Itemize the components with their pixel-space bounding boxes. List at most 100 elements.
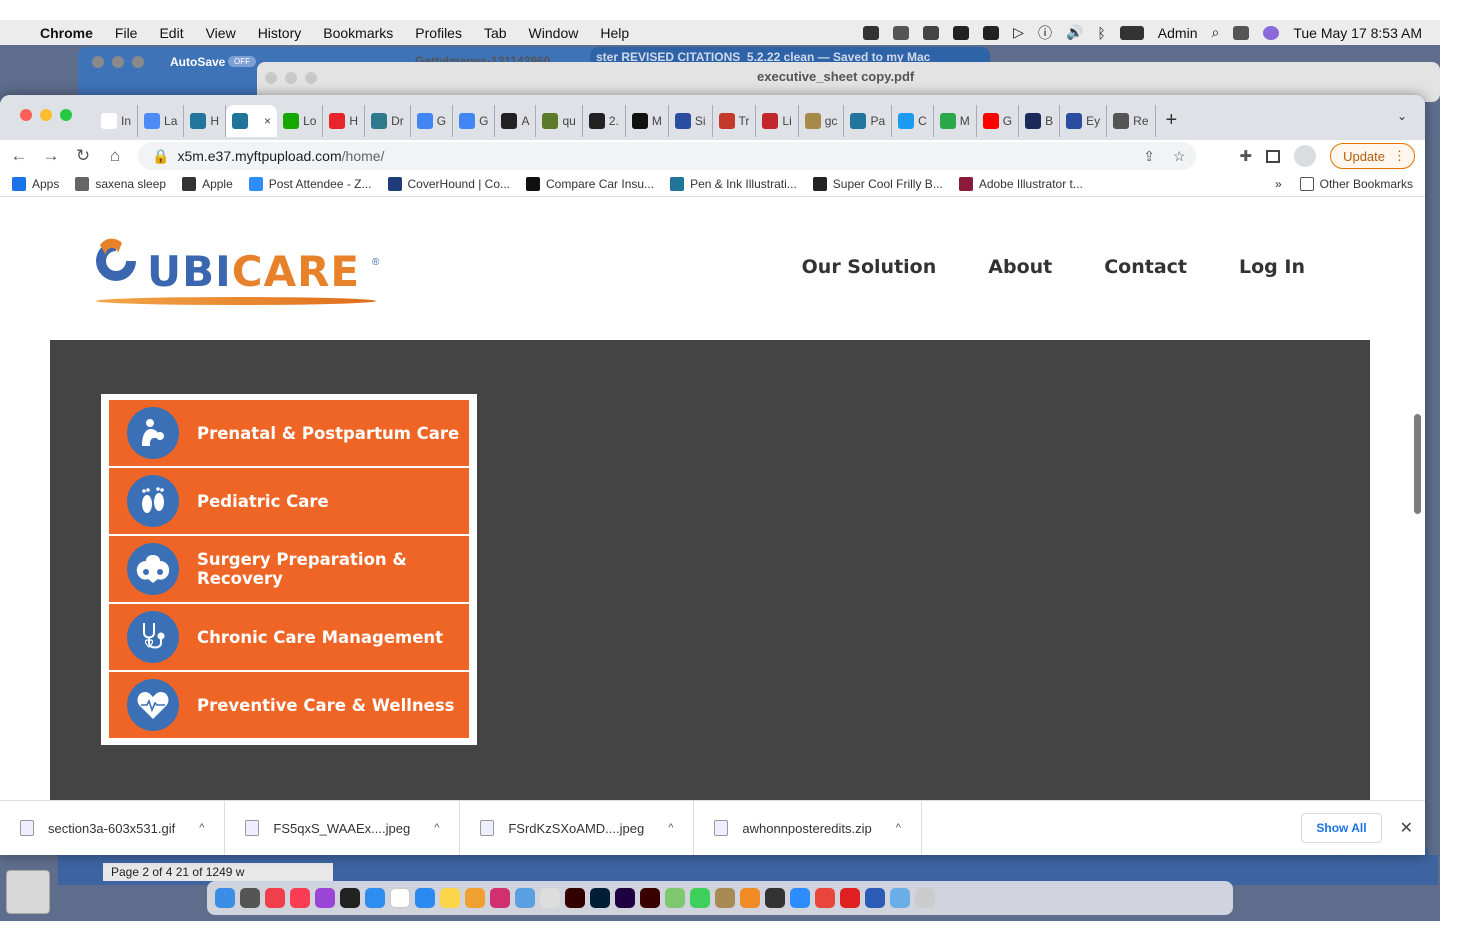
menu-edit[interactable]: Edit (159, 25, 183, 41)
browser-tab[interactable]: Dr (365, 104, 411, 137)
home-button[interactable]: ⌂ (106, 146, 124, 166)
download-options-chevron-icon[interactable]: ^ (199, 822, 204, 834)
side-panel-icon[interactable] (1266, 149, 1281, 163)
chrome-dock-icon[interactable] (815, 888, 835, 908)
messages-dock-icon[interactable] (690, 888, 710, 908)
browser-tab[interactable]: G (977, 104, 1020, 137)
info-status-icon[interactable]: ⓘ (1038, 23, 1052, 43)
tab-search-chevron-icon[interactable]: ⌄ (1397, 109, 1407, 123)
browser-tab[interactable]: M (626, 104, 669, 137)
browser-tab[interactable]: In (95, 104, 139, 137)
bookmark-star-icon[interactable]: ☆ (1173, 148, 1186, 165)
bookmark-item[interactable]: Post Attendee - Z... (248, 177, 372, 191)
browser-tab[interactable]: G (453, 104, 496, 137)
control-center-icon[interactable] (1233, 25, 1250, 40)
other-bookmarks-folder[interactable]: Other Bookmarks (1299, 177, 1413, 191)
bookmark-item[interactable]: saxena sleep (75, 177, 166, 191)
download-item[interactable]: section3a-603x531.gif ^ (0, 800, 226, 855)
bookmark-item[interactable]: Apps (12, 177, 59, 191)
word-window-controls[interactable] (92, 56, 144, 68)
nav-log-in[interactable]: Log In (1239, 256, 1305, 278)
browser-tab[interactable]: × (226, 104, 278, 137)
browser-tab[interactable]: Li (756, 104, 799, 137)
browser-tab[interactable]: Lo (277, 104, 324, 137)
preview-dock-icon[interactable] (515, 888, 535, 908)
browser-tab[interactable]: G (411, 104, 454, 137)
service-pediatric[interactable]: Pediatric Care (109, 468, 469, 534)
browser-tab[interactable]: Pa (844, 104, 893, 137)
kebab-menu-icon[interactable]: ⋮ (1393, 148, 1406, 164)
menubar-user[interactable]: Admin (1158, 25, 1198, 41)
service-surgery-recovery[interactable]: Surgery Preparation & Recovery (109, 536, 469, 602)
share-icon[interactable]: ⇪ (1143, 148, 1155, 165)
bookmark-item[interactable]: Compare Car Insu... (526, 177, 654, 191)
menu-window[interactable]: Window (529, 25, 579, 41)
address-bar[interactable]: 🔒 x5m.e37.myftpupload.com/home/ ⇪ ☆ (138, 142, 1196, 170)
ubicare-logo[interactable]: UBICARE ® (92, 237, 392, 307)
browser-tab[interactable]: B (1019, 104, 1061, 137)
indesign-dock-icon[interactable] (490, 888, 510, 908)
menu-history[interactable]: History (258, 25, 302, 41)
browser-tab[interactable]: H (184, 104, 227, 137)
amazon-dock-icon[interactable] (715, 888, 735, 908)
page-scrollbar[interactable] (1414, 414, 1421, 514)
extensions-puzzle-icon[interactable]: ✚ (1240, 147, 1253, 165)
browser-tab[interactable]: H (323, 104, 366, 137)
download-item[interactable]: FSrdKzSXoAMD....jpeg ^ (460, 800, 695, 855)
menu-tab[interactable]: Tab (484, 25, 507, 41)
forward-button[interactable]: → (42, 146, 60, 166)
download-options-chevron-icon[interactable]: ^ (434, 822, 439, 834)
finder-dock-icon[interactable] (215, 888, 235, 908)
browser-tab[interactable]: Re (1107, 104, 1156, 137)
service-prenatal-postpartum[interactable]: Prenatal & Postpartum Care (109, 400, 469, 466)
browser-tab[interactable]: Si (669, 104, 713, 137)
menubar-clock[interactable]: Tue May 17 8:53 AM (1293, 25, 1422, 41)
safari-dock-icon[interactable] (415, 888, 435, 908)
bluetooth-icon[interactable]: ᛒ (1097, 25, 1105, 41)
battery-icon[interactable] (1119, 25, 1144, 40)
bookmark-item[interactable]: Pen & Ink Illustrati... (670, 177, 797, 191)
profile-avatar[interactable] (1294, 145, 1317, 167)
after-effects-dock-icon[interactable] (615, 888, 635, 908)
close-downloads-bar-icon[interactable]: ✕ (1400, 818, 1413, 838)
volume-icon[interactable]: 🔊 (1066, 24, 1083, 41)
browser-tab[interactable]: qu (536, 104, 583, 137)
maps-dock-icon[interactable] (665, 888, 685, 908)
browser-tab[interactable]: gc (799, 104, 845, 137)
browser-tab[interactable]: 2. (583, 104, 626, 137)
menu-help[interactable]: Help (600, 25, 629, 41)
reload-button[interactable]: ↻ (74, 146, 92, 166)
menu-view[interactable]: View (206, 25, 236, 41)
creative-cloud-icon[interactable] (923, 25, 940, 40)
news-dock-icon[interactable] (265, 888, 285, 908)
download-options-chevron-icon[interactable]: ^ (896, 822, 901, 834)
display-status-icon[interactable] (893, 25, 910, 40)
tv-dock-icon[interactable] (340, 888, 360, 908)
browser-tab[interactable]: M (934, 104, 977, 137)
photos-dock-icon[interactable] (465, 888, 485, 908)
zoom-dock-icon[interactable] (790, 888, 810, 908)
download-item[interactable]: FS5qxS_WAAEx....jpeg ^ (225, 800, 461, 855)
download-item[interactable]: awhonnposteredits.zip ^ (694, 800, 922, 855)
back-button[interactable]: ← (10, 146, 28, 166)
photo-thumbnail-icon[interactable] (6, 870, 50, 914)
browser-tab[interactable]: Tr (713, 104, 757, 137)
close-tab-icon[interactable]: × (264, 114, 271, 128)
play-status-icon[interactable]: ▷ (1013, 24, 1024, 41)
word-dock-icon[interactable] (865, 888, 885, 908)
minimize-window-button[interactable] (40, 109, 52, 121)
calendar-dock-icon[interactable] (390, 888, 410, 908)
autosave-label[interactable]: AutoSave (170, 55, 225, 69)
download-options-chevron-icon[interactable]: ^ (668, 822, 673, 834)
app-store-dock-icon[interactable] (365, 888, 385, 908)
browser-tab[interactable]: A (495, 104, 537, 137)
lock-icon[interactable]: 🔒 (152, 148, 169, 165)
camera-status-icon[interactable] (863, 25, 880, 40)
help-dock-icon[interactable] (540, 888, 560, 908)
trash-dock-icon[interactable] (915, 888, 935, 908)
bookmark-item[interactable]: CoverHound | Co... (387, 177, 510, 191)
browser-tab[interactable]: La (138, 104, 185, 137)
service-preventive-wellness[interactable]: Preventive Care & Wellness (109, 672, 469, 738)
animate-dock-icon[interactable] (640, 888, 660, 908)
close-window-button[interactable] (20, 109, 32, 121)
